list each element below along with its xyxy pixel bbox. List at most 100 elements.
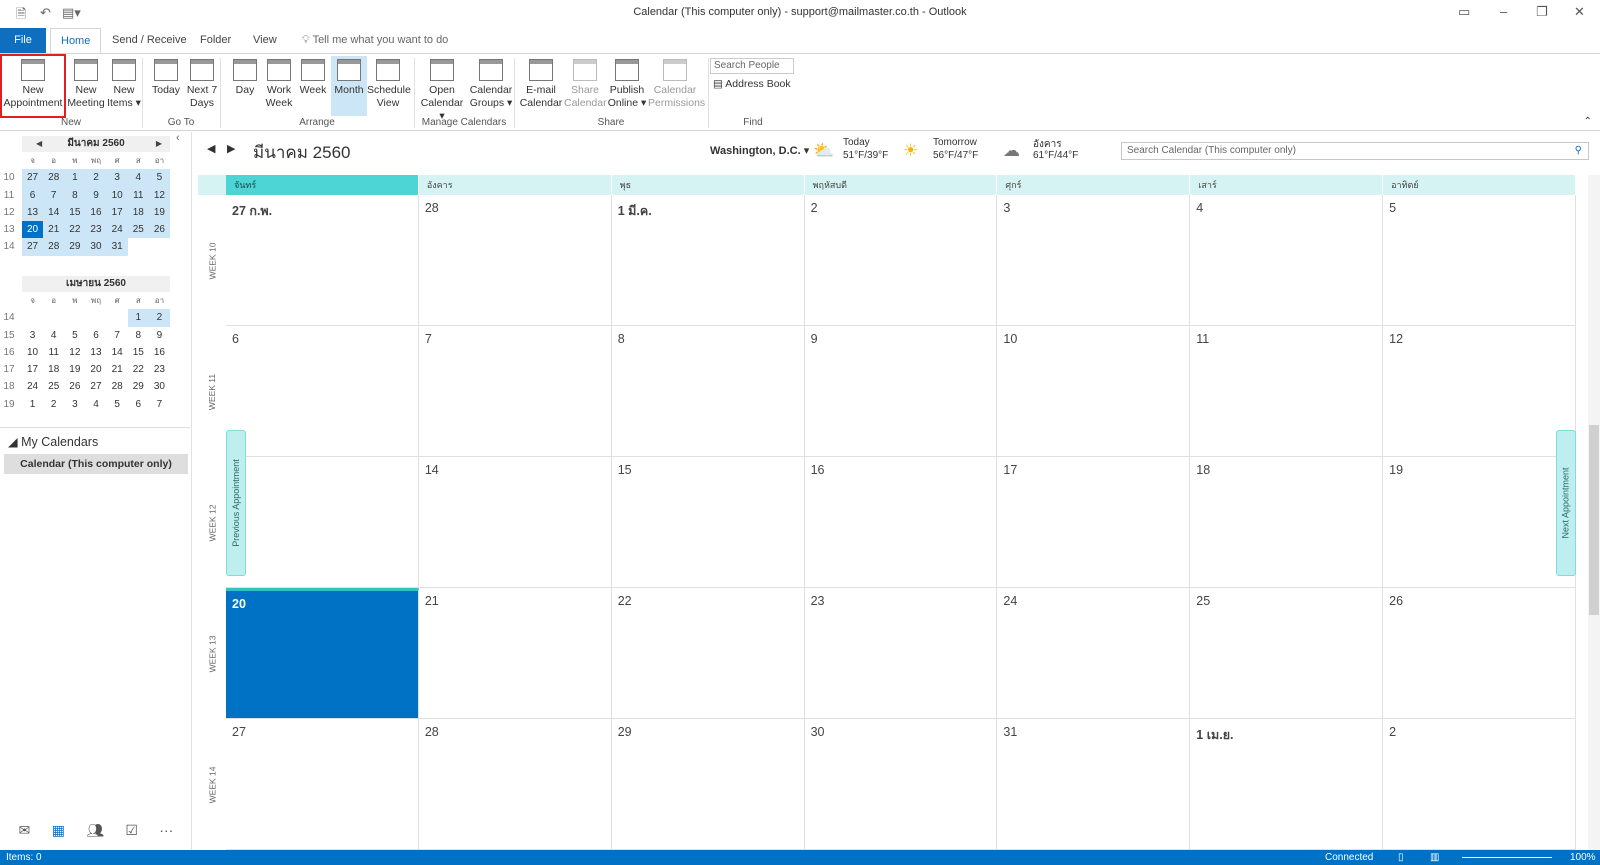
reading-view-icon[interactable]: ▥ xyxy=(1430,850,1439,865)
ribbon-button-0[interactable]: New Appointment xyxy=(0,54,66,118)
mini-calendar-day[interactable]: 10 xyxy=(22,344,43,361)
mini-calendar-day[interactable]: 20 xyxy=(85,361,106,378)
ribbon-button-7[interactable]: Week xyxy=(296,56,330,116)
day-cell[interactable]: 20 xyxy=(226,588,419,719)
day-cell[interactable]: 14 xyxy=(418,457,612,588)
search-people-input[interactable]: Search People xyxy=(710,58,794,74)
day-cell[interactable]: 21 xyxy=(418,588,612,719)
mini-calendar-day[interactable]: 3 xyxy=(22,327,43,344)
mini-calendar-day[interactable]: 23 xyxy=(85,221,107,239)
mini-calendar-day[interactable]: 16 xyxy=(85,203,107,222)
mini-calendar-day[interactable]: 19 xyxy=(64,361,85,378)
tab-send-receive[interactable]: Send / Receive xyxy=(102,28,197,53)
mini-calendar-day[interactable]: 12 xyxy=(148,186,170,204)
day-cell[interactable]: 26 xyxy=(1383,588,1576,719)
mini-calendar-day[interactable]: 6 xyxy=(22,186,44,204)
mini-calendar-day[interactable]: 4 xyxy=(127,169,149,187)
week-label[interactable]: WEEK 13 xyxy=(198,588,226,719)
previous-appointment-button[interactable]: Previous Appointment xyxy=(226,430,246,576)
ribbon-button-11[interactable]: Calendar Groups ▾ xyxy=(466,56,516,116)
more-icon[interactable]: ··· xyxy=(159,822,173,838)
mini-calendar-day[interactable]: 8 xyxy=(64,186,86,204)
people-icon[interactable]: 👥︎ xyxy=(86,822,104,839)
ribbon-button-15[interactable]: Calendar Permissions xyxy=(648,56,705,116)
mini-calendar-day[interactable]: 15 xyxy=(128,344,149,361)
mini-calendar-day[interactable]: 8 xyxy=(128,327,149,344)
tasks-icon[interactable]: ☑ xyxy=(125,822,138,839)
mini-calendar-day[interactable]: 28 xyxy=(43,238,65,256)
day-cell[interactable]: 22 xyxy=(611,588,805,719)
mini-calendar-day[interactable]: 15 xyxy=(64,203,86,222)
day-cell[interactable]: 27 ก.พ. xyxy=(226,195,419,326)
mini-calendar-day[interactable]: 5 xyxy=(148,169,170,187)
mini-calendar-day[interactable]: 16 xyxy=(149,344,170,361)
week-number[interactable]: 14 xyxy=(2,309,16,326)
day-cell[interactable]: 23 xyxy=(804,588,998,719)
tab-home[interactable]: Home xyxy=(50,28,102,53)
day-cell[interactable]: 30 xyxy=(804,719,998,850)
day-cell[interactable]: 2 xyxy=(804,195,998,326)
mini-calendar-day[interactable]: 28 xyxy=(107,378,128,395)
mini-calendar-day[interactable]: 1 xyxy=(64,169,86,187)
ribbon-button-4[interactable]: Next 7 Days xyxy=(184,56,220,116)
day-cell[interactable]: 10 xyxy=(997,326,1191,457)
day-cell[interactable]: 29 xyxy=(611,719,805,850)
mini-calendar-day[interactable]: 4 xyxy=(43,327,64,344)
mini-calendar-day[interactable]: 18 xyxy=(127,203,149,222)
day-cell[interactable]: 8 xyxy=(611,326,805,457)
mini-calendar-day[interactable]: 18 xyxy=(43,361,64,378)
mini-calendar-day[interactable]: 7 xyxy=(149,396,170,413)
day-cell[interactable]: 12 xyxy=(1383,326,1576,457)
day-cell[interactable]: 1 เม.ย. xyxy=(1190,719,1384,850)
day-cell[interactable]: 28 xyxy=(418,195,612,326)
ribbon-button-1[interactable]: New Meeting xyxy=(66,56,106,116)
mini-calendar-day[interactable]: 3 xyxy=(106,169,128,187)
mini-calendar-day[interactable]: 29 xyxy=(64,238,86,256)
mini-calendar-day[interactable]: 17 xyxy=(22,361,43,378)
mini-calendar-day[interactable]: 2 xyxy=(43,396,64,413)
mini-calendar-day[interactable]: 26 xyxy=(148,221,170,239)
ribbon-button-13[interactable]: Share Calendar xyxy=(564,56,607,116)
mini-calendar-day[interactable]: 28 xyxy=(43,169,65,187)
mini-calendar-day[interactable]: 26 xyxy=(64,378,85,395)
ribbon-button-9[interactable]: Schedule View xyxy=(367,56,411,116)
mini-calendar-day[interactable]: 23 xyxy=(149,361,170,378)
mini-calendar-day[interactable]: 14 xyxy=(107,344,128,361)
calendar-icon[interactable]: ▦ xyxy=(52,822,65,839)
mini-calendar-day[interactable]: 11 xyxy=(43,344,64,361)
mini-calendar-day[interactable]: 2 xyxy=(85,169,107,187)
ribbon-button-3[interactable]: Today xyxy=(148,56,184,116)
mini-calendar-day[interactable]: 4 xyxy=(85,396,106,413)
day-cell[interactable]: 13 xyxy=(226,457,419,588)
week-number[interactable]: 15 xyxy=(2,327,16,344)
week-number[interactable]: 12 xyxy=(2,204,16,221)
ribbon-display-icon[interactable]: ▭ xyxy=(1458,4,1470,20)
mini-calendar-day[interactable]: 11 xyxy=(127,186,149,204)
mini-calendar-day[interactable]: 9 xyxy=(85,186,107,204)
mini-calendar-day[interactable]: 21 xyxy=(43,221,65,239)
day-cell[interactable]: 15 xyxy=(611,457,805,588)
previous-month-icon[interactable]: ◀ xyxy=(36,136,42,152)
location-dropdown[interactable]: Washington, D.C. ▾ xyxy=(710,144,809,157)
week-label[interactable]: WEEK 11 xyxy=(198,326,226,457)
ribbon-button-2[interactable]: New Items ▾ xyxy=(104,56,144,116)
week-number[interactable]: 14 xyxy=(2,238,16,255)
day-cell[interactable]: 27 xyxy=(226,719,419,850)
tab-folder[interactable]: Folder xyxy=(190,28,241,53)
day-cell[interactable]: 9 xyxy=(804,326,998,457)
week-number[interactable]: 17 xyxy=(2,361,16,378)
day-cell[interactable]: 25 xyxy=(1190,588,1384,719)
ribbon-button-8[interactable]: Month xyxy=(331,56,367,116)
day-cell[interactable]: 2 xyxy=(1383,719,1576,850)
next-appointment-button[interactable]: Next Appointment xyxy=(1556,430,1576,576)
mini-calendar-day[interactable]: 27 xyxy=(85,378,106,395)
week-number[interactable]: 18 xyxy=(2,378,16,395)
mail-icon[interactable]: ✉ xyxy=(19,822,31,839)
calendar-item[interactable]: Calendar (This computer only) xyxy=(4,454,188,474)
mini-calendar-day[interactable]: 13 xyxy=(85,344,106,361)
mini-calendar-day[interactable]: 21 xyxy=(107,361,128,378)
week-number[interactable]: 16 xyxy=(2,344,16,361)
collapse-ribbon-icon[interactable]: ⌃ xyxy=(1584,116,1592,127)
week-number[interactable]: 10 xyxy=(2,169,16,186)
mini-calendar-day[interactable]: 7 xyxy=(107,327,128,344)
